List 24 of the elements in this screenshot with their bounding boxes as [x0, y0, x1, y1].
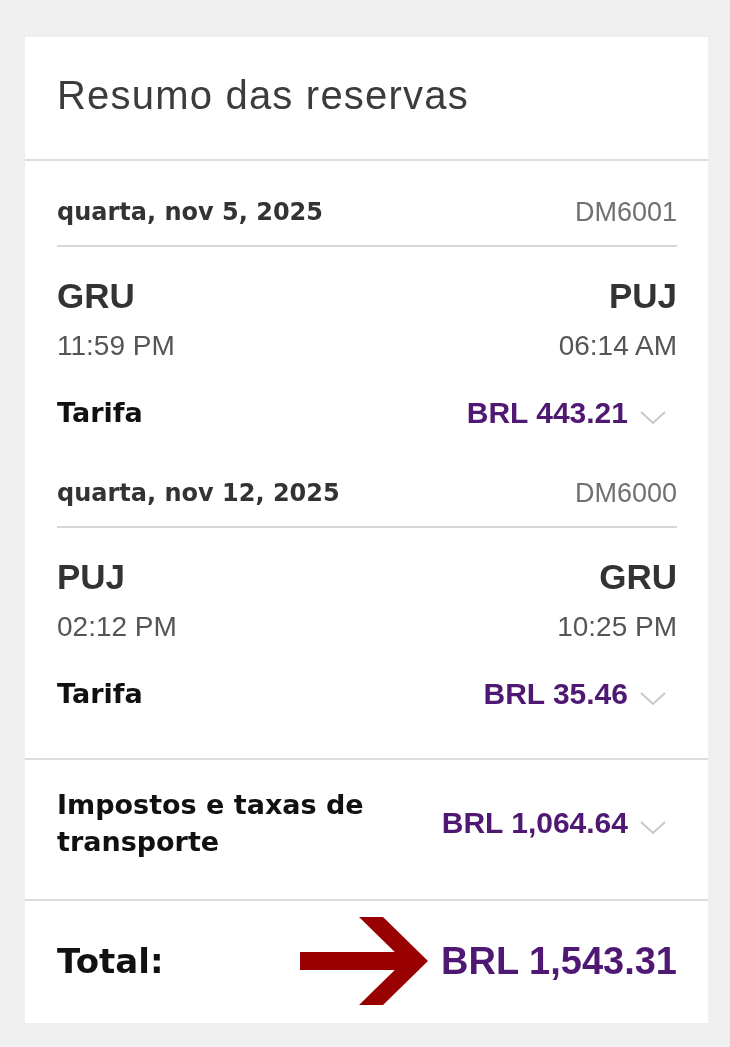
flight-number: DM6001 — [574, 196, 677, 229]
taxes-amount: BRL 1,064.64 — [441, 806, 628, 840]
destination-airport-code: GRU — [599, 557, 677, 597]
arrival-time: 06:14 AM — [558, 330, 677, 362]
departure-time: 11:59 PM — [57, 330, 175, 362]
destination-airport-code: PUJ — [608, 276, 677, 316]
chevron-icon[interactable] — [640, 692, 666, 706]
summary-title: Resumo das reservas — [57, 72, 469, 118]
total-amount: BRL 1,543.31 — [441, 939, 677, 983]
origin-airport-code: PUJ — [57, 557, 126, 597]
flight-date: quarta, nov 12, 2025 — [57, 478, 340, 509]
flight-number: DM6000 — [574, 477, 677, 510]
fare-amount: BRL 443.21 — [466, 395, 628, 431]
origin-airport-code: GRU — [57, 276, 135, 316]
total-label: Total: — [57, 941, 164, 981]
chevron-icon[interactable] — [640, 411, 666, 425]
taxes-label: Impostos e taxas de transporte — [57, 788, 365, 859]
flight-date: quarta, nov 5, 2025 — [57, 197, 323, 228]
chevron-icon[interactable] — [640, 821, 666, 835]
fare-amount: BRL 35.46 — [483, 676, 628, 712]
departure-time: 02:12 PM — [57, 611, 177, 643]
fare-label: Tarifa — [57, 396, 143, 430]
arrival-time: 10:25 PM — [557, 611, 677, 643]
fare-label: Tarifa — [57, 677, 143, 711]
